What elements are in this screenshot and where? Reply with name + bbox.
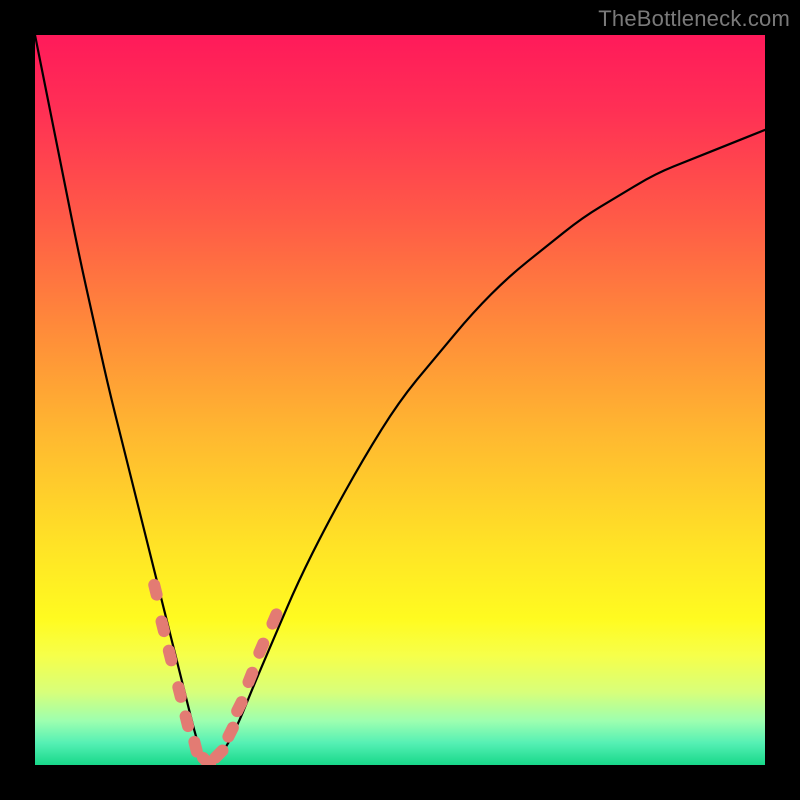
marker-capsule — [229, 694, 250, 719]
curve-svg — [35, 35, 765, 765]
highlight-markers — [147, 578, 284, 765]
watermark-text: TheBottleneck.com — [598, 6, 790, 32]
chart-frame: TheBottleneck.com — [0, 0, 800, 800]
marker-capsule — [251, 636, 271, 661]
marker-capsule — [171, 680, 188, 704]
plot-area — [35, 35, 765, 765]
bottleneck-curve-line — [35, 35, 765, 763]
marker-capsule — [178, 709, 195, 733]
marker-capsule — [147, 578, 164, 602]
marker-capsule — [162, 643, 179, 667]
marker-capsule — [154, 614, 171, 638]
